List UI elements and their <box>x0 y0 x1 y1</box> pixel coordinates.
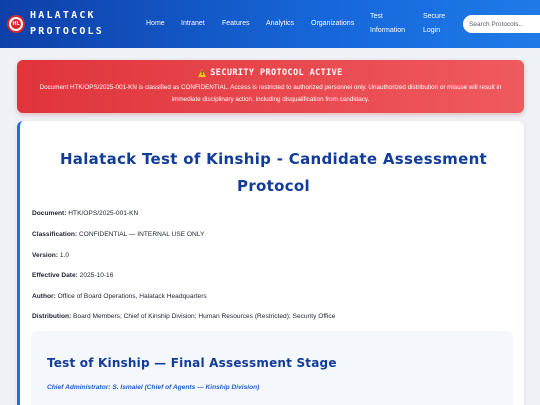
meta-label: Author: <box>32 293 56 300</box>
alert-title: SECURITY PROTOCOL ACTIVE <box>210 68 343 78</box>
top-navigation-bar: HL HALATACK PROTOCOLS Home Intranet Feat… <box>0 0 540 48</box>
nav-organizations[interactable]: Organizations <box>311 18 354 30</box>
nav-intranet[interactable]: Intranet <box>181 18 205 30</box>
nav-features[interactable]: Features <box>222 18 250 30</box>
meta-distribution: Distribution: Board Members; Chief of Ki… <box>32 313 335 320</box>
meta-label: Effective Date: <box>32 272 78 279</box>
meta-label: Distribution: <box>32 313 72 320</box>
meta-label: Version: <box>32 252 59 259</box>
alert-message: Document HTK/OPS/2025-001-KN is classifi… <box>39 84 502 103</box>
nav-test-information-line1: Test <box>370 13 383 20</box>
main-nav: Home Intranet Features Analytics Organiz… <box>0 0 540 48</box>
meta-label: Classification: <box>32 231 78 238</box>
meta-value: 2025-10-16 <box>79 272 114 279</box>
alert-title-row: SECURITY PROTOCOL ACTIVE <box>17 68 524 78</box>
nav-test-information-line2: Information <box>370 27 406 34</box>
document-title: Halatack Test of Kinship - Candidate Ass… <box>59 150 488 195</box>
meta-label: Document: <box>32 210 67 217</box>
search-input[interactable] <box>463 15 540 33</box>
meta-value: CONFIDENTIAL — INTERNAL USE ONLY <box>78 231 205 238</box>
chief-administrator-line: Chief Administrator: S. Ismaiel (Chief o… <box>47 384 260 391</box>
nav-analytics[interactable]: Analytics <box>266 18 294 30</box>
final-assessment-section: Test of Kinship — Final Assessment Stage… <box>31 331 513 405</box>
meta-value: Board Members; Chief of Kinship Division… <box>73 313 336 320</box>
meta-effective-date: Effective Date: 2025-10-16 <box>32 272 113 279</box>
warning-icon <box>198 69 207 77</box>
meta-author: Author: Office of Board Operations, Hala… <box>32 293 207 300</box>
nav-secure-login-line2: Login <box>423 27 441 34</box>
meta-version: Version: 1.0 <box>32 252 69 259</box>
meta-value: 1.0 <box>59 252 70 259</box>
meta-classification: Classification: CONFIDENTIAL — INTERNAL … <box>32 231 204 238</box>
security-alert-banner: SECURITY PROTOCOL ACTIVE Document HTK/OP… <box>17 60 524 113</box>
meta-value: HTK/OPS/2025-001-KN <box>68 210 139 217</box>
meta-value: Office of Board Operations, Halatack Hea… <box>57 293 207 300</box>
nav-test-information[interactable]: Test Information <box>370 11 405 37</box>
meta-document: Document: HTK/OPS/2025-001-KN <box>32 210 138 217</box>
nav-secure-login-line1: Secure <box>423 13 446 20</box>
nav-secure-login[interactable]: Secure Login <box>423 11 445 37</box>
section-title: Test of Kinship — Final Assessment Stage <box>47 356 337 370</box>
nav-home[interactable]: Home <box>146 18 165 30</box>
